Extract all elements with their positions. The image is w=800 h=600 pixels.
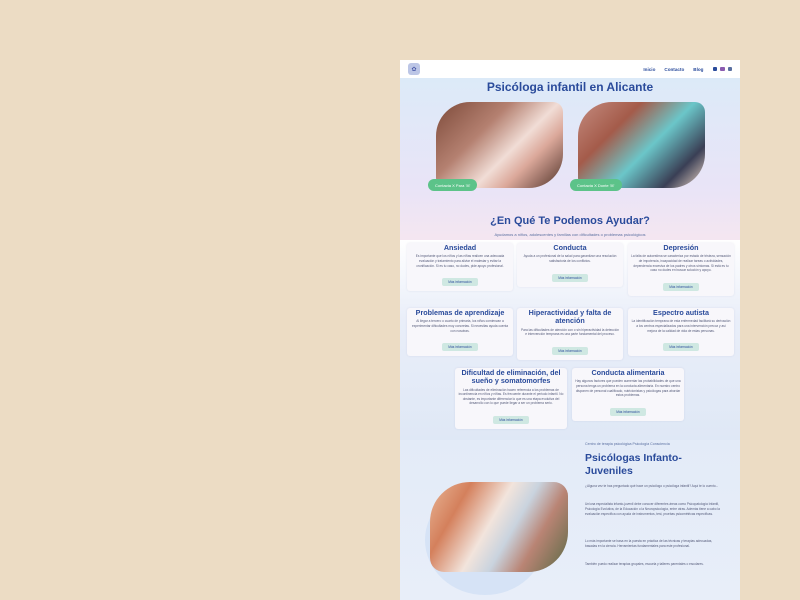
more-info-button[interactable]: Más información: [610, 407, 646, 416]
services-subheading: Ayudamos a niños, adolescentes y familia…: [494, 232, 646, 237]
linkedin-icon[interactable]: [727, 66, 732, 72]
about-paragraph: ¿Alguna vez te has preguntado qué hace u…: [585, 484, 719, 488]
service-card-eliminacion: Dificultad de eliminación, del sueño y s…: [455, 368, 567, 430]
service-card-depresion: Depresión La falta de autoestima se cara…: [628, 243, 734, 296]
service-title: Conducta: [553, 243, 587, 252]
about-paragraph: Un/una especialista infanto-juvenil debe…: [585, 502, 720, 516]
site-logo[interactable]: ✿: [408, 63, 420, 75]
more-info-button[interactable]: Más información: [442, 343, 478, 352]
instagram-icon[interactable]: [720, 66, 725, 72]
nav-link-contacto[interactable]: Contacto: [664, 67, 684, 72]
about-title: Psicólogas Infanto-Juveniles: [585, 452, 682, 477]
service-description: La falta de autoestima se caracteriza po…: [631, 254, 731, 273]
therapy-session-photo: [578, 102, 705, 188]
consultation-photo: [430, 482, 568, 572]
facebook-icon[interactable]: [712, 66, 717, 72]
top-navigation: ✿ Inicio Contacto Blog: [400, 60, 740, 78]
service-title: Conducta alimentaria: [591, 368, 665, 377]
more-info-button[interactable]: Más información: [552, 346, 588, 355]
service-description: Hay algunos factores que pueden aumentar…: [575, 379, 681, 398]
service-title: Ansiedad: [443, 243, 477, 252]
about-paragraph: Lo más importante se basa en la puesta e…: [585, 539, 713, 548]
hero-title: Psicóloga infantil en Alicante: [486, 80, 654, 94]
about-paragraph: También puedo realizar terapias grupales…: [585, 562, 704, 566]
service-description: Es importante que los niños y las niñas …: [415, 254, 505, 268]
psychologist-photo: [436, 102, 563, 188]
service-title: Dificultad de eliminación, del sueño y s…: [461, 368, 561, 386]
service-description: Al llegar a tercero o cuarto de primaria…: [411, 319, 509, 333]
nav-link-inicio[interactable]: Inicio: [643, 67, 655, 72]
more-info-button[interactable]: Más información: [552, 273, 588, 282]
more-info-button[interactable]: Más información: [442, 278, 478, 287]
nav-link-blog[interactable]: Blog: [693, 67, 703, 72]
service-card-hiperactividad: Hiperactividad y falta de atención Para …: [517, 308, 623, 360]
service-description: Para las dificultades de atención con o …: [521, 327, 619, 337]
service-card-alimentaria: Conducta alimentaria Hay algunos factore…: [572, 368, 684, 421]
nav-links: Inicio Contacto Blog: [643, 67, 732, 72]
more-info-button[interactable]: Más información: [493, 416, 529, 425]
service-card-ansiedad: Ansiedad Es importante que los niños y l…: [407, 243, 513, 292]
website-page: ✿ Inicio Contacto Blog Psicóloga infanti…: [400, 60, 740, 600]
service-title: Problemas de aprendizaje: [415, 308, 505, 317]
service-card-aprendizaje: Problemas de aprendizaje Al llegar a ter…: [407, 308, 513, 357]
services-heading: ¿En Qué Te Podemos Ayudar?: [490, 215, 650, 227]
service-title: Hiperactividad y falta de atención: [528, 308, 612, 326]
social-icons: [712, 66, 732, 72]
service-description: La identificación temprana de esta enfer…: [631, 319, 731, 333]
contact-button[interactable]: Contacta X Para ☏: [428, 179, 478, 191]
about-section: Centro de terapia psicológica Psicología…: [400, 440, 740, 600]
center-label: Centro de terapia psicológica Psicología…: [585, 442, 670, 446]
service-title: Espectro autista: [653, 308, 709, 317]
service-title: Depresión: [663, 243, 699, 252]
service-card-conducta: Conducta Ayuda a un profesional de la sa…: [517, 243, 623, 287]
services-section: Ansiedad Es importante que los niños y l…: [400, 240, 740, 440]
contact-button[interactable]: Contacta X Donte ☏: [570, 179, 622, 191]
service-card-autismo: Espectro autista La identificación tempr…: [628, 308, 734, 357]
more-info-button[interactable]: Más información: [663, 343, 699, 352]
service-description: Las dificultades de eliminación hacen re…: [458, 387, 564, 406]
more-info-button[interactable]: Más información: [663, 282, 699, 291]
service-description: Ayuda a un profesional de la salud para …: [523, 254, 617, 263]
